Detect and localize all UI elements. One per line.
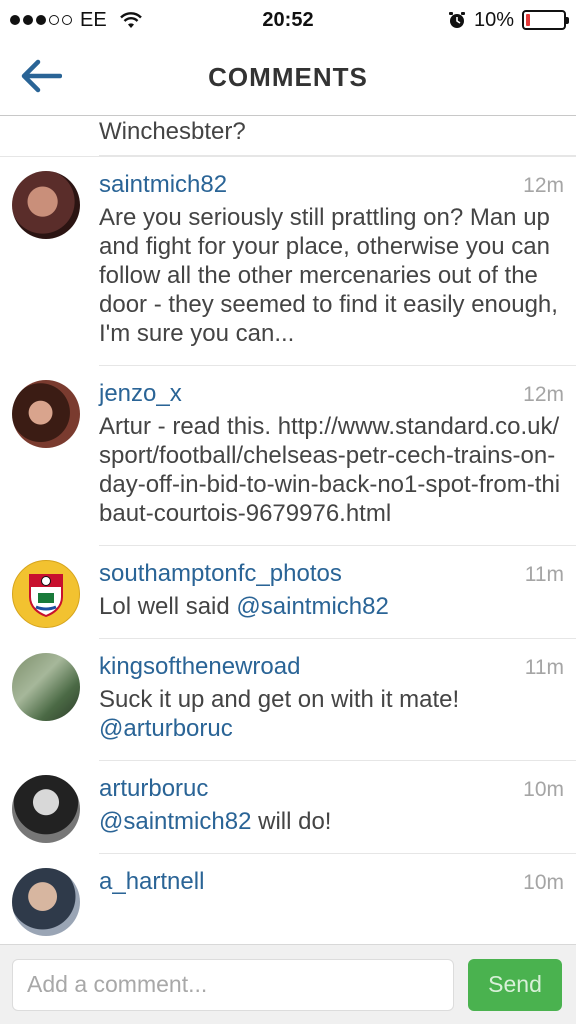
mention-link[interactable]: @arturboruc: [99, 715, 233, 742]
page-title: COMMENTS: [208, 62, 368, 92]
comment-text: Are you seriously still prattling on? Ma…: [99, 204, 558, 347]
comment-username[interactable]: jenzo_x: [99, 380, 182, 408]
signal-strength-icon: [10, 15, 72, 25]
back-arrow-icon: [21, 59, 62, 93]
avatar[interactable]: [12, 560, 80, 628]
comment-timestamp: 10m: [523, 871, 564, 894]
comments-list[interactable]: Winchesbter? saintmich82 12m Are you ser…: [0, 117, 576, 944]
comment-timestamp: 11m: [524, 563, 564, 586]
comment-username[interactable]: kingsofthenewroad: [99, 653, 300, 681]
avatar[interactable]: [12, 653, 80, 721]
comment-item: kingsofthenewroad 11m Suck it up and get…: [0, 639, 576, 761]
comment-text: Lol well said @saintmich82: [99, 593, 389, 620]
comment-item: southamptonfc_photos 11m Lol well said @…: [0, 546, 576, 639]
send-button[interactable]: Send: [468, 958, 562, 1011]
comment-timestamp: 12m: [523, 174, 564, 197]
avatar[interactable]: [12, 868, 80, 936]
comment-text: Winchesbter?: [99, 118, 246, 145]
comment-text: Artur - read this. http://www.standard.c…: [99, 413, 561, 527]
comment-item: Winchesbter?: [0, 117, 576, 157]
status-bar: EE 20:52 10%: [0, 0, 576, 40]
mention-link[interactable]: @saintmich82: [236, 593, 388, 620]
battery-icon: [522, 10, 569, 30]
navigation-bar: COMMENTS: [0, 40, 576, 116]
comment-item: a_hartnell 10m: [0, 854, 576, 944]
comment-input-bar: Send: [0, 944, 576, 1024]
battery-percentage: 10%: [473, 8, 514, 31]
back-button[interactable]: [18, 56, 64, 96]
comment-timestamp: 12m: [523, 383, 564, 406]
comment-item: arturboruc 10m @saintmich82 will do!: [0, 761, 576, 854]
comment-username[interactable]: a_hartnell: [99, 868, 204, 896]
comment-text: Suck it up and get on with it mate! @artu…: [99, 686, 460, 742]
alarm-icon: [448, 12, 465, 28]
comment-timestamp: 11m: [524, 656, 564, 679]
comment-timestamp: 10m: [523, 778, 564, 801]
comment-username[interactable]: southamptonfc_photos: [99, 560, 342, 588]
avatar[interactable]: [12, 171, 80, 239]
comment-input[interactable]: [12, 958, 454, 1011]
comment-item: jenzo_x 12m Artur - read this. http://ww…: [0, 366, 576, 546]
comment-username[interactable]: arturboruc: [99, 775, 208, 803]
mention-link[interactable]: @saintmich82: [99, 808, 251, 835]
battery-level: [526, 14, 530, 26]
avatar[interactable]: [12, 775, 80, 843]
comment-text: @saintmich82 will do!: [99, 808, 332, 835]
southampton-crest-icon: [29, 574, 63, 617]
comment-item: saintmich82 12m Are you seriously still …: [0, 157, 576, 366]
carrier-name: EE: [80, 8, 107, 31]
avatar[interactable]: [12, 380, 80, 448]
comment-username[interactable]: saintmich82: [99, 171, 227, 199]
wifi-icon: [119, 12, 142, 28]
